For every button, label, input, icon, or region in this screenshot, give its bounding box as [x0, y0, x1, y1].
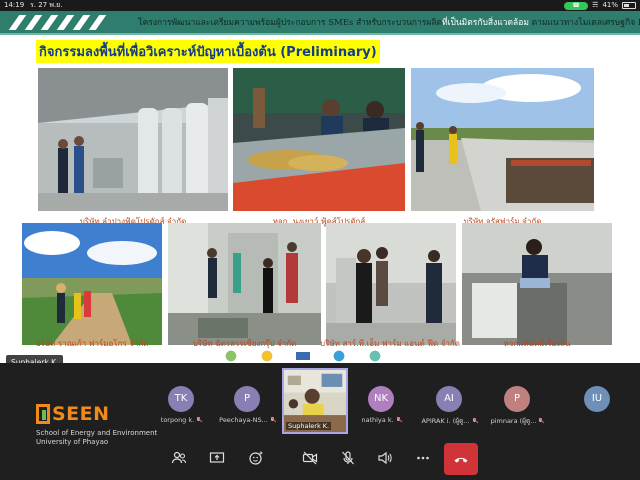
seen-logo-icon [36, 404, 50, 424]
header-decoration-icon [8, 15, 124, 30]
participant-tile[interactable]: P pimnara (ผู้ดู... [486, 386, 548, 426]
speaker-button[interactable] [371, 444, 399, 472]
photo-lampang-food [38, 68, 228, 211]
photo-ruangsin-noodle [462, 223, 612, 345]
participant-tile[interactable]: TK torpong k. [150, 386, 212, 424]
camera-toggle-button[interactable] [296, 444, 324, 472]
more-icon [417, 456, 429, 460]
screen-share-name-badge: Suphalerk K. [6, 355, 64, 363]
participant-tile[interactable]: NK nathiya k. [350, 386, 412, 424]
logo-word: SEEN [52, 403, 110, 425]
photo-jaras-farm [411, 68, 594, 211]
energy-icon [256, 349, 278, 363]
share-screen-button[interactable] [203, 444, 231, 472]
mic-off-icon [342, 451, 354, 465]
avatar: IU [584, 386, 610, 412]
people-icon [171, 451, 187, 464]
participant-name: torpong k. [160, 416, 195, 424]
photo-spm-farm [326, 223, 456, 345]
slide-header-bar: โครงการพัฒนาและเตรียมความพร้อมผู้ประกอบก… [0, 11, 640, 33]
wifi-icon: ☴ [592, 1, 599, 9]
call-controls-bar [0, 440, 640, 476]
camera-off-icon [302, 451, 318, 465]
avatar: P [504, 386, 530, 412]
status-bar: 14:19 ร. 27 พ.ย. ☎ ☴ 41% [0, 0, 640, 11]
status-date: ร. 27 พ.ย. [30, 1, 63, 9]
header-divider [0, 33, 640, 35]
mic-muted-icon [396, 417, 401, 423]
photo-rankao-farm [22, 223, 162, 345]
shared-slide: โครงการพัฒนาและเตรียมความพร้อมผู้ประกอบก… [0, 11, 640, 363]
photo-nongyao-food [233, 68, 405, 211]
call-indicator-icon[interactable]: ☎ [564, 1, 589, 10]
share-screen-icon [209, 452, 225, 463]
slide-title: กิจกรรมลงพื้นที่เพื่อวิเคราะห์ปัญหาเบื้อ… [36, 40, 380, 63]
speaker-icon [378, 451, 392, 465]
mic-muted-icon [270, 417, 275, 423]
solar-icon [292, 349, 314, 363]
photo-chatsan-group [168, 223, 321, 345]
avatar: P [234, 386, 260, 412]
status-right: ☎ ☴ 41% [564, 0, 636, 11]
water-icon [328, 349, 350, 363]
mic-muted-icon [538, 418, 543, 424]
more-button[interactable] [409, 444, 437, 472]
participant-tile[interactable]: P Peechaya-NS... [216, 386, 278, 424]
reactions-icon [249, 451, 263, 465]
battery-icon [622, 2, 636, 9]
avatar: AI [436, 386, 462, 412]
hang-up-button[interactable] [444, 443, 478, 475]
caption-ruangsin-noodle: หจก.เส้นหมี่เรืองสิน [503, 339, 571, 348]
participant-name: nathiya k. [361, 416, 394, 424]
active-speaker-name: Suphalerk K. [286, 422, 332, 430]
mic-muted-icon [472, 418, 477, 424]
active-speaker-tile[interactable]: Suphalerk K. [282, 368, 348, 434]
participant-name: pimnara (ผู้ดู... [490, 417, 537, 425]
bio-icon [220, 349, 242, 363]
caption-rankao-farm: บริษัท ราณเก้า ฟาร์มอโกร จำกัด [35, 339, 149, 348]
avatar: TK [168, 386, 194, 412]
meeting-screen: 14:19 ร. 27 พ.ย. ☎ ☴ 41% โครงการพัฒนาและ… [0, 0, 640, 480]
mic-toggle-button[interactable] [334, 444, 362, 472]
status-time: 14:19 [4, 1, 25, 9]
slide-footer-icons [220, 349, 386, 363]
slide-header-text: โครงการพัฒนาและเตรียมความพร้อมผู้ประกอบก… [138, 18, 640, 28]
hang-up-icon [454, 457, 468, 463]
participant-name: APIRAK i. (ผู้ดู... [421, 417, 470, 425]
recycle-icon [364, 349, 386, 363]
people-button[interactable] [165, 444, 193, 472]
avatar: NK [368, 386, 394, 412]
reactions-button[interactable] [242, 444, 270, 472]
participant-tile[interactable]: AI APIRAK i. (ผู้ดู... [418, 386, 480, 426]
battery-level: 41% [602, 1, 618, 9]
participant-name: Peechaya-NS... [219, 416, 268, 424]
participant-tile[interactable]: IU [566, 386, 628, 412]
mic-muted-icon [196, 417, 201, 423]
